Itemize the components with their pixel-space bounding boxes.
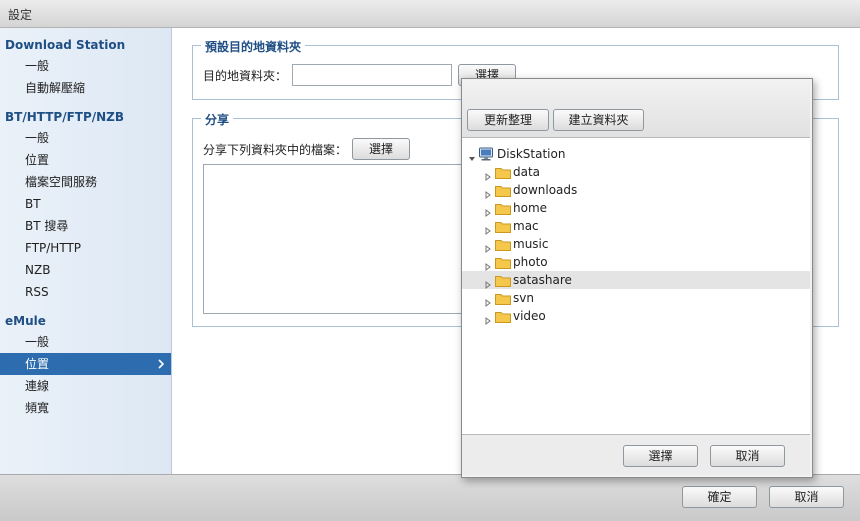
sidebar-item-bt-search[interactable]: BT 搜尋 — [0, 215, 171, 237]
folder-icon — [495, 292, 511, 305]
tree-folder-music[interactable]: music — [462, 235, 810, 253]
tree-folder-svn[interactable]: svn — [462, 289, 810, 307]
sidebar-section-emule: eMule — [5, 314, 46, 328]
folder-picker-toolbar: 更新整理 建立資料夾 — [462, 79, 810, 138]
sidebar-item-rss[interactable]: RSS — [0, 281, 171, 303]
window-title: 設定 — [8, 8, 33, 22]
refresh-button[interactable]: 更新整理 — [467, 109, 549, 131]
cancel-button[interactable]: 取消 — [769, 486, 844, 508]
folder-picker-popup: 更新整理 建立資料夾 DiskStation data downloads ho… — [461, 78, 813, 478]
tree-label: DiskStation — [497, 147, 566, 161]
sidebar-item-file-hosting[interactable]: 檔案空間服務 — [0, 171, 171, 193]
sidebar-item-ftp-http[interactable]: FTP/HTTP — [0, 237, 171, 259]
sidebar-section-bt: BT/HTTP/FTP/NZB — [5, 110, 125, 124]
sidebar-section-download-station: Download Station — [5, 38, 126, 52]
tree-label: satashare — [513, 273, 572, 287]
tree-label: data — [513, 165, 541, 179]
expanded-triangle-icon[interactable] — [468, 150, 476, 161]
window-titlebar: 設定 — [0, 0, 860, 28]
sidebar-item-nzb[interactable]: NZB — [0, 259, 171, 281]
sidebar-item-ds-general[interactable]: 一般 — [0, 55, 171, 77]
sidebar-item-label: 位置 — [25, 357, 50, 371]
folder-icon — [495, 220, 511, 233]
collapsed-triangle-icon[interactable] — [484, 204, 492, 217]
picker-select-button[interactable]: 選擇 — [623, 445, 698, 467]
sidebar-item-emule-general[interactable]: 一般 — [0, 331, 171, 353]
tree-folder-data[interactable]: data — [462, 163, 810, 181]
folder-icon — [495, 184, 511, 197]
collapsed-triangle-icon[interactable] — [484, 276, 492, 289]
tree-label: video — [513, 309, 546, 323]
folder-icon — [495, 238, 511, 251]
picker-cancel-button[interactable]: 取消 — [710, 445, 785, 467]
tree-folder-downloads[interactable]: downloads — [462, 181, 810, 199]
tree-folder-photo[interactable]: photo — [462, 253, 810, 271]
tree-label: mac — [513, 219, 539, 233]
destination-legend: 預設目的地資料夾 — [201, 38, 306, 55]
collapsed-triangle-icon[interactable] — [484, 168, 492, 181]
collapsed-triangle-icon[interactable] — [484, 240, 492, 253]
folder-picker-actions: 選擇 取消 — [462, 435, 810, 475]
folder-icon — [495, 256, 511, 269]
dialog-footer: 確定 取消 — [0, 474, 860, 521]
collapsed-triangle-icon[interactable] — [484, 312, 492, 325]
tree-label: downloads — [513, 183, 578, 197]
sidebar-item-emule-bandwidth[interactable]: 頻寬 — [0, 397, 171, 419]
tree-label: svn — [513, 291, 534, 305]
create-folder-button[interactable]: 建立資料夾 — [553, 109, 644, 131]
collapsed-triangle-icon[interactable] — [484, 222, 492, 235]
tree-folder-video[interactable]: video — [462, 307, 810, 325]
share-select-button[interactable]: 選擇 — [352, 138, 410, 160]
sidebar-item-bt-location[interactable]: 位置 — [0, 149, 171, 171]
share-label: 分享下列資料夾中的檔案： — [203, 143, 348, 157]
sidebar-item-emule-connection[interactable]: 連線 — [0, 375, 171, 397]
destination-label: 目的地資料夾： — [203, 69, 288, 83]
collapsed-triangle-icon[interactable] — [484, 294, 492, 307]
sidebar-item-bt-general[interactable]: 一般 — [0, 127, 171, 149]
tree-label: photo — [513, 255, 548, 269]
collapsed-triangle-icon[interactable] — [484, 258, 492, 271]
ok-button[interactable]: 確定 — [682, 486, 757, 508]
sidebar-item-auto-extract[interactable]: 自動解壓縮 — [0, 77, 171, 99]
tree-label: home — [513, 201, 548, 215]
folder-icon — [495, 274, 511, 287]
folder-tree: DiskStation data downloads home mac musi… — [462, 138, 810, 435]
tree-root-diskstation[interactable]: DiskStation — [462, 145, 810, 163]
folder-icon — [495, 202, 511, 215]
tree-label: music — [513, 237, 549, 251]
destination-folder-input[interactable] — [292, 64, 452, 86]
folder-icon — [495, 310, 511, 323]
tree-folder-satashare[interactable]: satashare — [462, 271, 810, 289]
sidebar: Download Station 一般 自動解壓縮 BT/HTTP/FTP/NZ… — [0, 28, 172, 474]
share-folder-list[interactable] — [203, 164, 466, 314]
collapsed-triangle-icon[interactable] — [484, 186, 492, 199]
tree-folder-home[interactable]: home — [462, 199, 810, 217]
sidebar-item-bt[interactable]: BT — [0, 193, 171, 215]
share-legend: 分享 — [201, 111, 234, 128]
tree-folder-mac[interactable]: mac — [462, 217, 810, 235]
folder-icon — [495, 166, 511, 179]
sidebar-item-emule-location[interactable]: 位置 — [0, 353, 171, 375]
